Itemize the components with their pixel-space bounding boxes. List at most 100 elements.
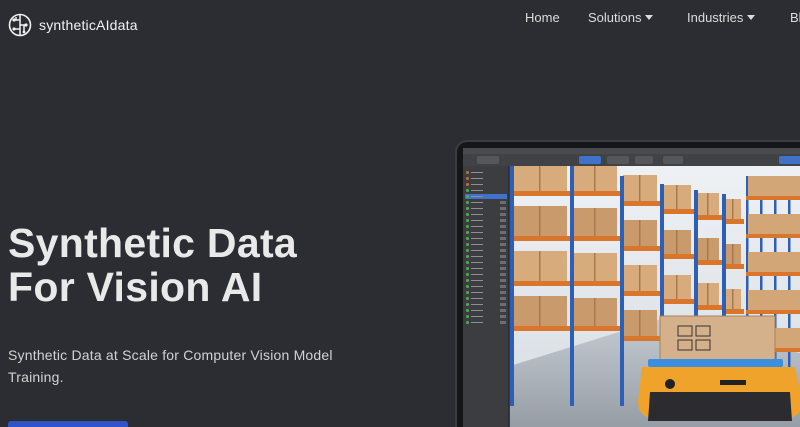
layer-row: [465, 200, 507, 205]
layer-label-line: [471, 274, 483, 275]
layer-row: [465, 320, 507, 325]
nav-industries-dropdown[interactable]: Industries: [687, 10, 756, 25]
box-seam: [594, 298, 596, 326]
nav-blog[interactable]: Bl: [790, 10, 800, 25]
layer-label-line: [471, 250, 483, 251]
shelf-beam: [694, 260, 722, 265]
layer-dot-icon: [466, 315, 469, 318]
layer-dot-icon: [466, 219, 469, 222]
layer-label-line: [471, 304, 483, 305]
shelf-beam: [620, 246, 660, 251]
layer-dot-icon: [466, 255, 469, 258]
laptop-screen: [463, 148, 800, 427]
visibility-icon: [500, 243, 506, 246]
box-seam: [639, 265, 641, 291]
shelf-upright: [570, 166, 574, 406]
layer-label-line: [471, 262, 483, 263]
visibility-icon: [500, 213, 506, 216]
shelf-beam: [510, 326, 570, 331]
layer-row: [465, 194, 507, 199]
layer-label-line: [471, 184, 483, 185]
visibility-icon: [500, 201, 506, 204]
box-seam: [594, 253, 596, 281]
layer-dot-icon: [466, 279, 469, 282]
brain-circuit-icon: [8, 13, 32, 37]
hero-title: Synthetic Data For Vision AI: [8, 221, 368, 309]
visibility-icon: [500, 309, 506, 312]
layer-dot-icon: [466, 291, 469, 294]
layer-dot-icon: [466, 321, 469, 324]
shelf-upright: [510, 166, 514, 406]
layer-label-line: [471, 316, 483, 317]
layer-row: [465, 248, 507, 253]
box-seam: [676, 275, 678, 299]
shelf-beam: [570, 326, 620, 331]
visibility-icon: [500, 207, 506, 210]
layer-row: [465, 218, 507, 223]
visibility-icon: [500, 285, 506, 288]
shelf-beam: [746, 234, 800, 238]
layer-row: [465, 290, 507, 295]
cardboard-box: [748, 176, 800, 196]
shelf-beam: [660, 209, 694, 214]
layer-dot-icon: [466, 237, 469, 240]
layer-row: [465, 278, 507, 283]
layer-dot-icon: [466, 267, 469, 270]
layer-dot-icon: [466, 243, 469, 246]
layer-label-line: [471, 322, 483, 323]
layer-dot-icon: [466, 297, 469, 300]
layer-dot-icon: [466, 177, 469, 180]
nav-home-label: Home: [525, 9, 560, 25]
visibility-icon: [500, 291, 506, 294]
warehouse-scene: [510, 166, 800, 427]
app-toolbar: [463, 154, 800, 166]
layer-dot-icon: [466, 207, 469, 210]
visibility-icon: [500, 267, 506, 270]
box-seam: [639, 220, 641, 246]
layer-row: [465, 182, 507, 187]
layer-label-line: [471, 310, 483, 311]
layer-row: [465, 230, 507, 235]
box-seam: [707, 238, 709, 260]
shelf-beam: [660, 299, 694, 304]
shelf-beam: [570, 191, 620, 196]
visibility-icon: [500, 315, 506, 318]
toolbar-button: [779, 156, 800, 164]
layer-label-line: [471, 208, 483, 209]
site-header: syntheticAIdata Home Solutions Industrie…: [0, 0, 800, 52]
layer-label-line: [471, 190, 483, 191]
layer-label-line: [471, 178, 483, 179]
toolbar-button: [635, 156, 653, 164]
layer-row: [465, 308, 507, 313]
layer-row: [465, 236, 507, 241]
layer-row: [465, 170, 507, 175]
brand-logo-link[interactable]: syntheticAIdata: [8, 13, 138, 37]
layer-row: [465, 296, 507, 301]
shelf-beam: [694, 215, 722, 220]
layer-dot-icon: [466, 273, 469, 276]
toolbar-button: [607, 156, 629, 164]
toolbar-button: [477, 156, 499, 164]
brand-name: syntheticAIdata: [39, 17, 138, 33]
nav-solutions-dropdown[interactable]: Solutions: [588, 10, 654, 25]
visibility-icon: [500, 321, 506, 324]
box-seam: [539, 206, 541, 236]
cardboard-box: [748, 252, 800, 272]
shelf-beam: [570, 236, 620, 241]
layer-label-line: [471, 172, 483, 173]
box-seam: [639, 310, 641, 336]
shelf-beam: [746, 310, 800, 314]
visibility-icon: [500, 225, 506, 228]
layer-label-line: [471, 202, 483, 203]
layer-dot-icon: [466, 309, 469, 312]
shelf-beam: [660, 254, 694, 259]
layer-dot-icon: [466, 189, 469, 192]
layer-label-line: [471, 292, 483, 293]
visibility-icon: [500, 231, 506, 234]
shelf-beam: [620, 336, 660, 341]
cta-button[interactable]: [8, 421, 128, 427]
visibility-icon: [500, 297, 506, 300]
layer-label-line: [471, 256, 483, 257]
box-seam: [639, 175, 641, 201]
nav-home[interactable]: Home: [525, 10, 560, 25]
